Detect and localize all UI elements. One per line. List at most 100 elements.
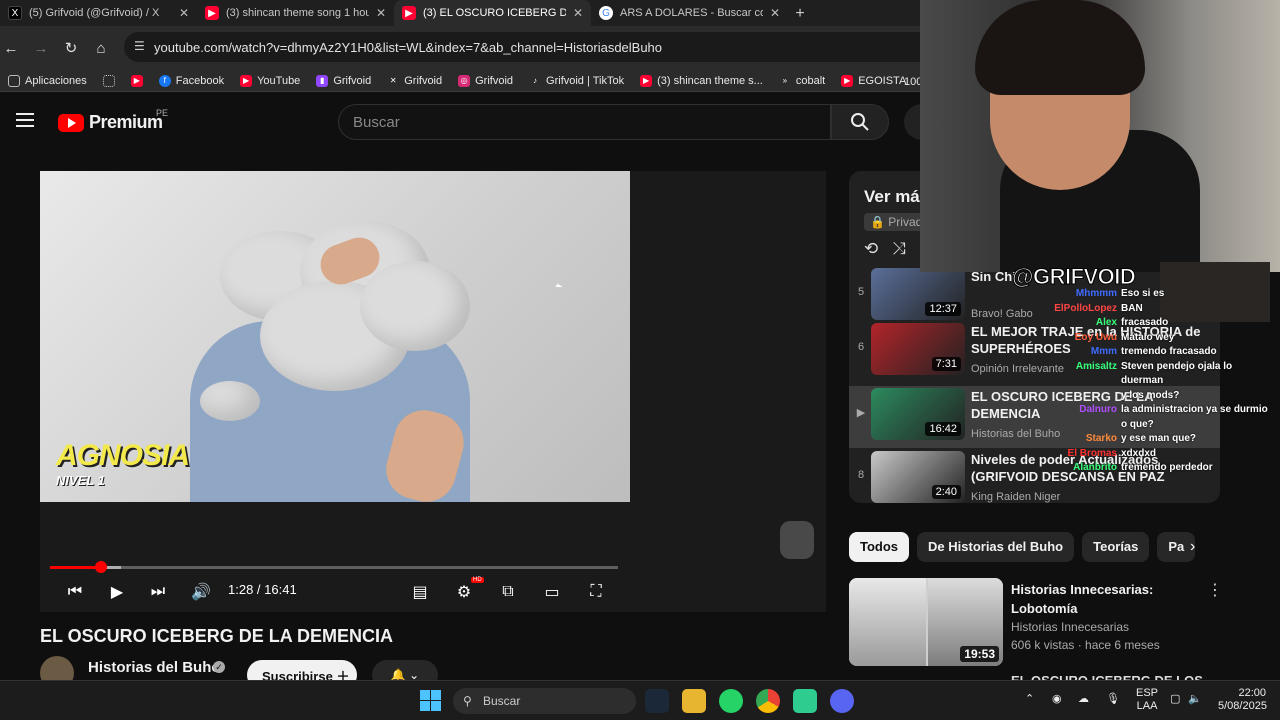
playlist-title[interactable]: Ver má [864, 187, 920, 207]
video-player[interactable]: AGNOSIA NIVEL 1 ⏮ ▶ ⏭ 🔊 1:28 / 16:41 ▤ ⚙… [40, 171, 826, 612]
bookmark-youtube-small[interactable]: ▶ [123, 74, 151, 87]
whatsapp-icon[interactable] [719, 689, 743, 713]
next-button[interactable]: ⏭ [143, 580, 173, 604]
youtube-premium-logo[interactable]: Premium PE [58, 108, 168, 133]
bookmark-grid[interactable] [95, 74, 123, 87]
zoom-level: 100 [904, 76, 923, 88]
chat-text: fracasado [1121, 317, 1169, 328]
url-field[interactable]: ☰ youtube.com/watch?v=dhmyAz2Y1H0&list=WL… [124, 32, 1024, 62]
scrubber-handle[interactable] [94, 561, 107, 573]
steam-icon[interactable] [645, 689, 669, 713]
cloud-icon[interactable]: ☁ [1078, 693, 1089, 706]
file-explorer-icon[interactable] [682, 689, 706, 713]
twitch-icon: ▮ [316, 74, 329, 87]
menu-icon[interactable] [16, 113, 34, 127]
search-icon [851, 113, 869, 131]
video-thumbnail[interactable]: 19:53 [849, 578, 1003, 666]
verified-icon: ✓ [213, 661, 225, 673]
video-thumbnail[interactable]: 7:31 [871, 323, 965, 375]
video-thumbnail[interactable]: 12:37 [871, 268, 965, 320]
video-duration: 16:42 [925, 422, 961, 436]
search-button[interactable] [831, 104, 889, 140]
settings-gear-icon[interactable]: ⚙ [449, 580, 479, 604]
close-icon[interactable]: ✕ [770, 6, 780, 20]
channel-watermark[interactable] [780, 521, 814, 559]
filter-chip[interactable]: Teorías [1082, 532, 1150, 562]
clock[interactable]: 22:00 5/08/2025 [1218, 687, 1267, 713]
new-tab-button[interactable]: + [788, 2, 812, 26]
miniplayer-icon[interactable]: ⧉ [493, 580, 523, 604]
bookmark-instagram[interactable]: ◎ Grifvoid [450, 74, 521, 87]
chrome-icon[interactable] [756, 689, 780, 713]
chevron-up-icon[interactable]: ⌃ [1025, 693, 1034, 706]
bookmark-twitch[interactable]: ▮ Grifvoid [308, 74, 379, 87]
video-duration: 12:37 [925, 302, 961, 316]
site-settings-icon[interactable]: ☰ [134, 39, 145, 53]
video-thumbnail[interactable]: 16:42 [871, 388, 965, 440]
cobalt-icon: » [782, 76, 788, 85]
microphone-icon[interactable]: 🎙 [1106, 693, 1120, 706]
chat-text: o que? [1121, 418, 1154, 430]
app-icon[interactable] [793, 689, 817, 713]
search-input[interactable]: Buscar [338, 104, 831, 140]
home-icon[interactable]: ⌂ [86, 40, 116, 57]
bookmark-shincan[interactable]: ▶ (3) shincan theme s... [632, 74, 771, 87]
chat-text: xdxdxd [1121, 447, 1157, 459]
filter-chip[interactable]: De Historias del Buho [917, 532, 1075, 562]
chat-username: Dalnuro [1079, 404, 1117, 415]
forward-button[interactable]: → [26, 40, 56, 57]
shuffle-icon[interactable]: ⤨ [892, 239, 906, 259]
recommended-video[interactable]: 19:53 Historias Innecesarias: Lobotomía … [849, 578, 1269, 666]
tab-1[interactable]: ▶ (3) shincan theme song 1 hour ✕ [197, 0, 394, 26]
video-frame[interactable]: AGNOSIA NIVEL 1 [40, 171, 630, 509]
previous-button[interactable]: ⏮ [60, 580, 90, 604]
tab-2[interactable]: ▶(3) EL OSCURO ICEBERG DE LA✕ [394, 0, 591, 26]
close-icon[interactable]: ✕ [573, 6, 583, 20]
tab-0[interactable]: X (5) Grifvoid (@Grifvoid) / X ✕ [0, 0, 197, 26]
chat-message: y los mods? [1030, 389, 1280, 404]
theater-mode-icon[interactable]: ▭ [537, 580, 567, 604]
chevron-right-icon[interactable]: › [1190, 538, 1195, 556]
chat-message: Eoy Uwu Mátalo wey [1030, 331, 1280, 346]
bookmark-apps[interactable]: Aplicaciones [0, 74, 95, 87]
fullscreen-icon[interactable]: ⛶ [581, 580, 611, 604]
windows-start-icon[interactable] [420, 690, 442, 712]
bookmark-facebook[interactable]: f Facebook [151, 74, 232, 87]
chat-message: Mmm tremendo fracasado [1030, 345, 1280, 360]
volume-icon[interactable]: 🔈 [1188, 693, 1202, 706]
video-thumbnail[interactable]: 2:40 [871, 451, 965, 503]
chat-text: la administracion ya se durmio [1121, 404, 1268, 415]
taskbar-search[interactable]: ⚲ Buscar [453, 688, 636, 714]
chat-text: tremendo perdedor [1121, 462, 1213, 473]
close-icon[interactable]: ✕ [376, 6, 386, 20]
play-button[interactable]: ▶ [102, 580, 132, 604]
discord-icon[interactable] [830, 689, 854, 713]
youtube-icon: ▶ [240, 74, 253, 87]
network-icon[interactable]: ▢ [1170, 693, 1180, 706]
chat-message: Dalnuro la administracion ya se durmio [1030, 403, 1280, 418]
subtitles-icon[interactable]: ▤ [405, 580, 435, 604]
bookmark-cobalt[interactable]: » cobalt [771, 75, 833, 87]
search-icon: ⚲ [463, 694, 472, 708]
chat-message: duerman [1030, 374, 1280, 389]
bookmark-tiktok[interactable]: ♪ Grifvoid | TikTok [521, 75, 632, 87]
filter-chip[interactable]: Todos [849, 532, 910, 562]
volume-icon[interactable]: 🔊 [186, 580, 216, 604]
chat-username: ElPolloLopez [1054, 302, 1117, 314]
channel-name[interactable]: Historias del Buho [88, 659, 221, 676]
loop-icon[interactable]: ⟲ [864, 239, 878, 259]
tab-3[interactable]: GARS A DOLARES - Buscar con G✕ [591, 0, 788, 26]
discord-tray-icon[interactable]: ◉ [1052, 693, 1062, 706]
chat-message: Mhmmm Eso si es [1030, 287, 1280, 302]
webcam-overlay [920, 0, 1280, 272]
chat-message: Alex fracasado [1030, 316, 1280, 331]
reload-button[interactable]: ↻ [56, 39, 86, 57]
progress-bar[interactable] [50, 561, 618, 573]
close-icon[interactable]: ✕ [179, 6, 189, 20]
more-options-icon[interactable]: ⋮ [1207, 580, 1223, 600]
language-indicator[interactable]: ESP LAA [1136, 687, 1158, 713]
playlist-item-channel: Bravo! Gabo [971, 308, 1033, 320]
bookmark-youtube[interactable]: ▶ YouTube [232, 74, 308, 87]
bookmark-x[interactable]: ✕ Grifvoid [379, 75, 450, 87]
back-button[interactable]: ← [0, 40, 26, 57]
